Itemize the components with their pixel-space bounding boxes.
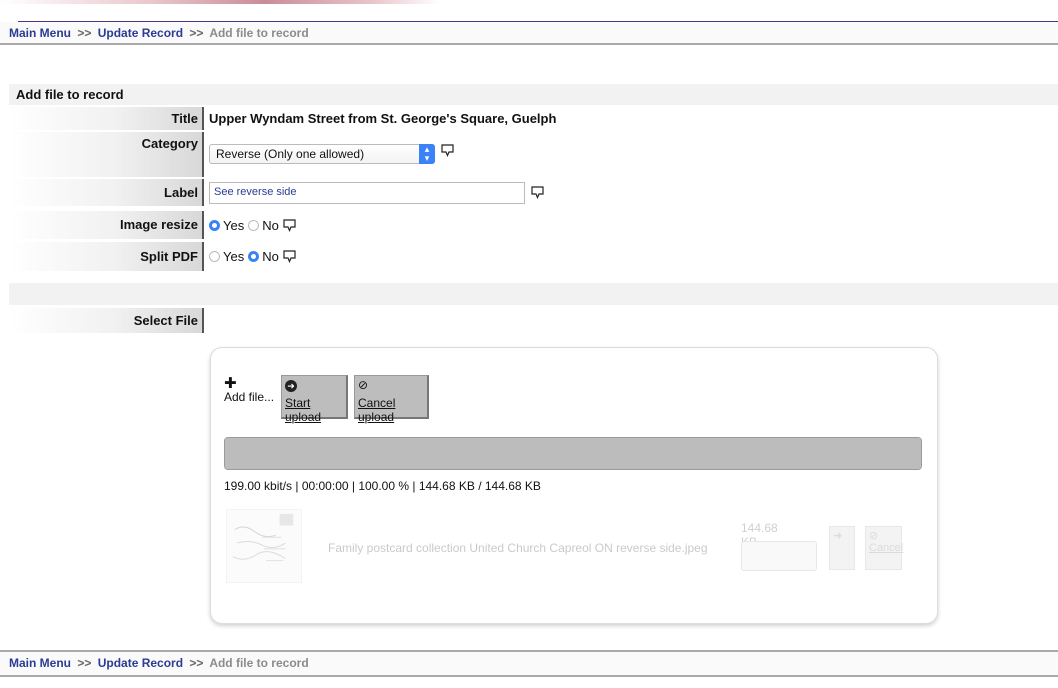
title-value: Upper Wyndam Street from St. George's Sq… <box>209 111 557 126</box>
label-input[interactable]: See reverse side <box>209 181 525 204</box>
category-label: Category <box>9 132 204 177</box>
file-name: Family postcard collection United Church… <box>328 541 708 555</box>
image-resize-yes-radio[interactable] <box>209 219 220 231</box>
start-upload-button[interactable]: ➜ Start upload <box>281 375 348 424</box>
add-file-button[interactable]: ✚ Add file... <box>224 375 275 404</box>
file-cancel-button[interactable]: ⊘ Cancel <box>865 526 904 570</box>
add-file-text: Add file... <box>224 390 275 404</box>
select-file-label: Select File <box>9 308 204 333</box>
image-resize-row: Image resize Yes No <box>9 211 296 239</box>
label-row: Label See reverse side <box>9 179 544 206</box>
title-label: Title <box>9 107 204 130</box>
header-accent-bar <box>0 0 440 4</box>
plus-icon: ✚ <box>224 375 237 392</box>
cancel-upload-text: Cancel upload <box>358 396 396 424</box>
breadcrumb-current: Add file to record <box>209 656 309 670</box>
breadcrumb-main-menu-link[interactable]: Main Menu <box>9 656 71 670</box>
image-resize-yes-text: Yes <box>223 217 245 233</box>
cancel-upload-button[interactable]: ⊘ Cancel upload <box>354 375 429 424</box>
start-upload-text: Start upload <box>285 396 322 424</box>
upload-circle-icon: ➜ <box>833 530 843 542</box>
file-progress-bar <box>741 541 817 571</box>
split-pdf-no-radio[interactable] <box>248 251 260 262</box>
image-resize-no-text: No <box>262 217 279 233</box>
section-title: Add file to record <box>9 84 1058 105</box>
title-row: Title Upper Wyndam Street from St. Georg… <box>9 107 556 130</box>
breadcrumb-separator: >> <box>189 656 204 670</box>
breadcrumb-update-record-link[interactable]: Update Record <box>98 26 183 40</box>
image-resize-label: Image resize <box>9 211 204 239</box>
label-label: Label <box>9 179 204 206</box>
speech-bubble-icon[interactable] <box>531 186 544 199</box>
file-cancel-text: Cancel <box>869 542 904 554</box>
breadcrumb-top: Main Menu >> Update Record >> Add file t… <box>0 22 1058 45</box>
split-pdf-row: Split PDF Yes No <box>9 242 296 271</box>
category-select[interactable]: Reverse (Only one allowed) ▴ ▾ <box>209 144 435 164</box>
file-thumbnail <box>226 509 302 583</box>
upload-progress-fill <box>225 438 921 469</box>
breadcrumb-separator: >> <box>77 26 92 40</box>
breadcrumb-current: Add file to record <box>209 26 309 40</box>
category-label-text: Category <box>141 136 198 151</box>
ban-icon: ⊘ <box>869 530 879 542</box>
speech-bubble-icon[interactable] <box>283 250 296 263</box>
spacer-row <box>9 283 1058 305</box>
category-selected-value: Reverse (Only one allowed) <box>216 147 365 161</box>
split-pdf-yes-radio[interactable] <box>209 251 220 262</box>
speech-bubble-icon[interactable] <box>441 144 454 157</box>
postcard-thumbnail-image <box>227 510 301 582</box>
breadcrumb-update-record-link[interactable]: Update Record <box>98 656 183 670</box>
upload-stats: 199.00 kbit/s | 00:00:00 | 100.00 % | 14… <box>224 479 541 493</box>
split-pdf-label: Split PDF <box>9 242 204 271</box>
category-row: Category Reverse (Only one allowed) ▴ ▾ <box>9 132 454 177</box>
split-pdf-no-text: No <box>262 249 279 264</box>
breadcrumb-separator: >> <box>77 656 92 670</box>
image-resize-no-radio[interactable] <box>248 219 260 231</box>
updown-arrows-icon: ▴ ▾ <box>419 144 435 164</box>
breadcrumb-bottom: Main Menu >> Update Record >> Add file t… <box>0 650 1058 677</box>
speech-bubble-icon[interactable] <box>283 218 296 232</box>
upload-circle-icon: ➜ <box>285 380 297 392</box>
file-start-button[interactable]: ➜ <box>829 526 855 570</box>
breadcrumb-separator: >> <box>189 26 204 40</box>
ban-icon: ⊘ <box>358 378 369 392</box>
breadcrumb-main-menu-link[interactable]: Main Menu <box>9 26 71 40</box>
split-pdf-yes-text: Yes <box>223 249 245 264</box>
select-file-row: Select File <box>9 308 204 333</box>
upload-progress-bar <box>224 437 922 470</box>
